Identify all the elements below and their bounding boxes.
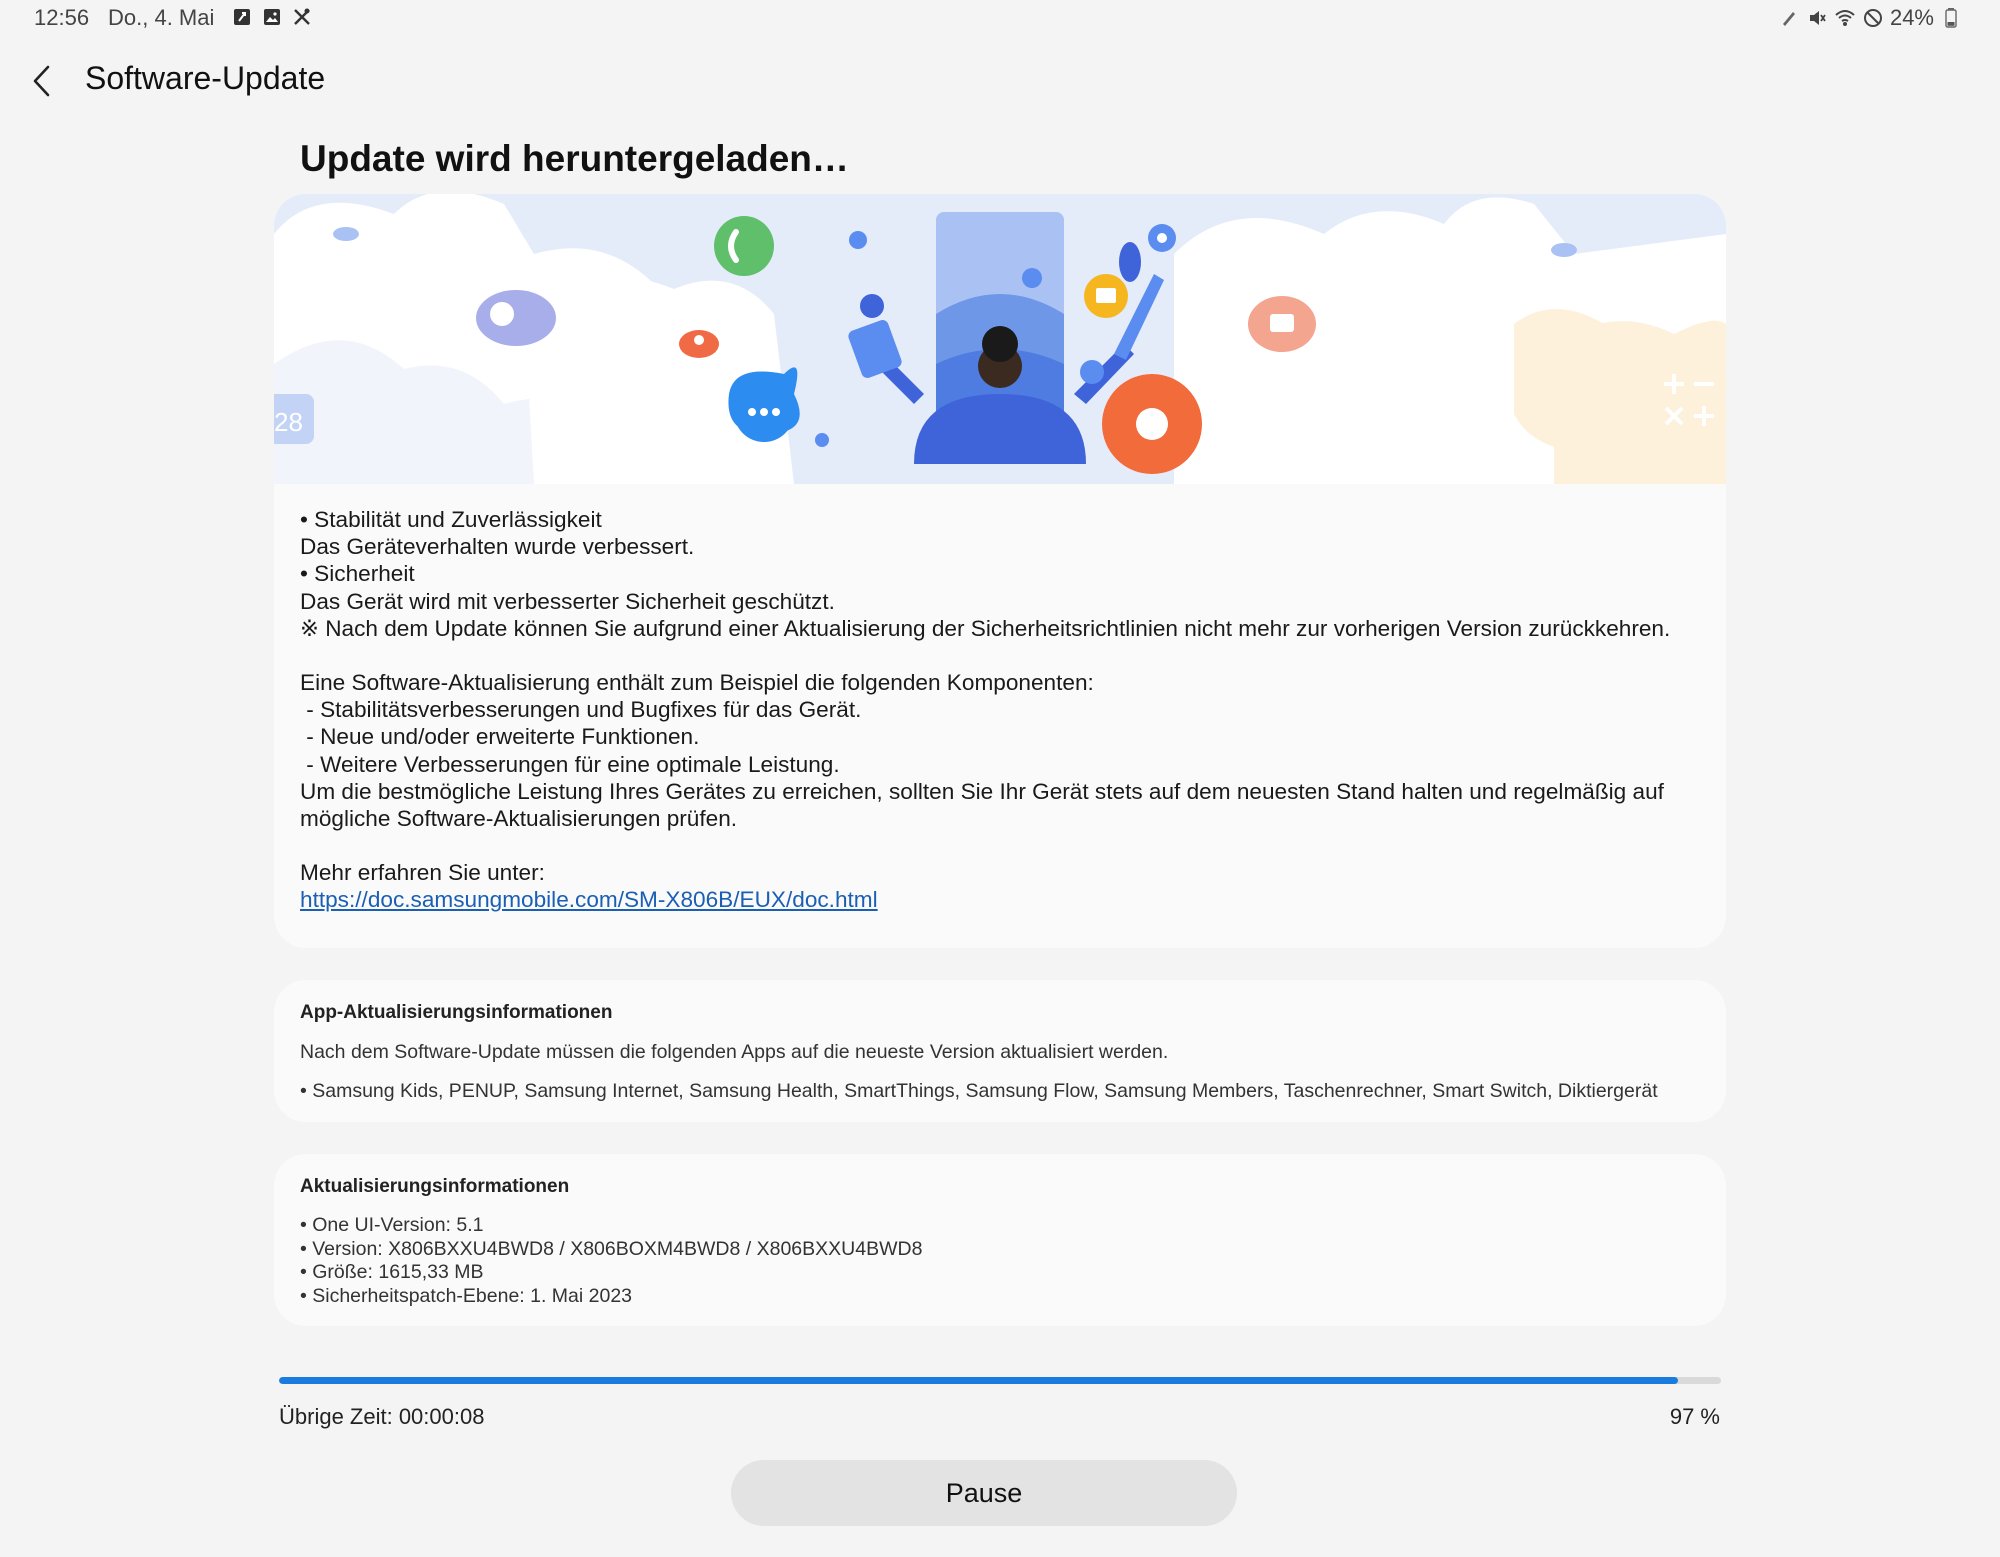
- update-info-line: • Sicherheitspatch-Ebene: 1. Mai 2023: [300, 1285, 633, 1307]
- update-info-line: • Größe: 1615,33 MB: [300, 1261, 484, 1283]
- note-line: Um die bestmögliche Leistung Ihres Gerät…: [300, 778, 1664, 804]
- update-info-title: Aktualisierungsinformationen: [300, 1176, 570, 1197]
- status-right-icons: 24%: [1778, 5, 1962, 31]
- battery-percent: 24%: [1889, 5, 1934, 30]
- note-spacer: [300, 832, 1710, 859]
- app-info-list: • Samsung Kids, PENUP, Samsung Internet,…: [300, 1080, 1658, 1102]
- release-notes: • Stabilität und Zuverlässigkeit Das Ger…: [300, 506, 1710, 914]
- wifi-icon: [1834, 7, 1856, 29]
- notification-app-icon: [231, 6, 253, 28]
- download-heading: Update wird heruntergeladen…: [300, 138, 849, 179]
- note-line: - Stabilitätsverbesserungen und Bugfixes…: [300, 697, 862, 723]
- update-info-line: • One UI-Version: 5.1: [300, 1214, 484, 1236]
- time-remaining: Übrige Zeit: 00:00:08: [279, 1404, 485, 1429]
- download-progress-fill: [279, 1377, 1678, 1384]
- status-bar: 12:56 Do., 4. Mai 24%: [0, 0, 2000, 36]
- note-line: - Weitere Verbesserungen für eine optima…: [300, 751, 840, 777]
- note-spacer: [300, 642, 1710, 669]
- note-line: • Sicherheit: [300, 561, 415, 587]
- status-date: Do., 4. Mai: [108, 5, 215, 30]
- update-info-line: • Version: X806BXXU4BWD8 / X806BOXM4BWD8…: [300, 1238, 923, 1260]
- illustration-art: 28: [274, 194, 1726, 485]
- back-button[interactable]: [22, 58, 62, 104]
- pen-icon: [1778, 7, 1800, 29]
- update-info-card: Aktualisierungsinformationen • One UI-Ve…: [274, 1154, 1726, 1326]
- app-update-info-card: App-Aktualisierungsinformationen Nach de…: [274, 980, 1726, 1122]
- status-time: 12:56: [34, 5, 90, 30]
- chevron-left-icon: [33, 65, 50, 97]
- page-title: Software-Update: [85, 60, 326, 96]
- pause-button[interactable]: Pause: [731, 1460, 1237, 1526]
- hero-calendar-number: 28: [274, 407, 303, 437]
- note-line: Eine Software-Aktualisierung enthält zum…: [300, 670, 1094, 696]
- mute-icon: [1806, 7, 1828, 29]
- tools-icon: [291, 6, 313, 28]
- note-line: Mehr erfahren Sie unter:: [300, 860, 545, 886]
- do-not-disturb-icon: [1862, 7, 1884, 29]
- note-line: Das Geräteverhalten wurde verbessert.: [300, 534, 695, 560]
- app-info-title: App-Aktualisierungsinformationen: [300, 1002, 613, 1023]
- note-line: ※ Nach dem Update können Sie aufgrund ei…: [300, 615, 1671, 641]
- note-line: Das Gerät wird mit verbesserter Sicherhe…: [300, 588, 835, 614]
- app-info-description: Nach dem Software-Update müssen die folg…: [300, 1041, 1169, 1063]
- battery-icon: [1940, 7, 1962, 29]
- update-illustration: 28: [274, 194, 1726, 485]
- status-left-icons: [231, 6, 313, 28]
- download-percent: 97 %: [1669, 1404, 1720, 1429]
- doc-link[interactable]: https://doc.samsungmobile.com/SM-X806B/E…: [300, 887, 878, 912]
- download-progress-bar: [279, 1377, 1721, 1384]
- note-line: - Neue und/oder erweiterte Funktionen.: [300, 724, 700, 750]
- image-icon: [261, 6, 283, 28]
- note-line: • Stabilität und Zuverlässigkeit: [300, 507, 602, 532]
- note-line: mögliche Software-Aktualisierungen prüfe…: [300, 806, 738, 832]
- release-notes-card[interactable]: 28 • Stabilität und Zuverlässigkeit Das …: [274, 194, 1726, 948]
